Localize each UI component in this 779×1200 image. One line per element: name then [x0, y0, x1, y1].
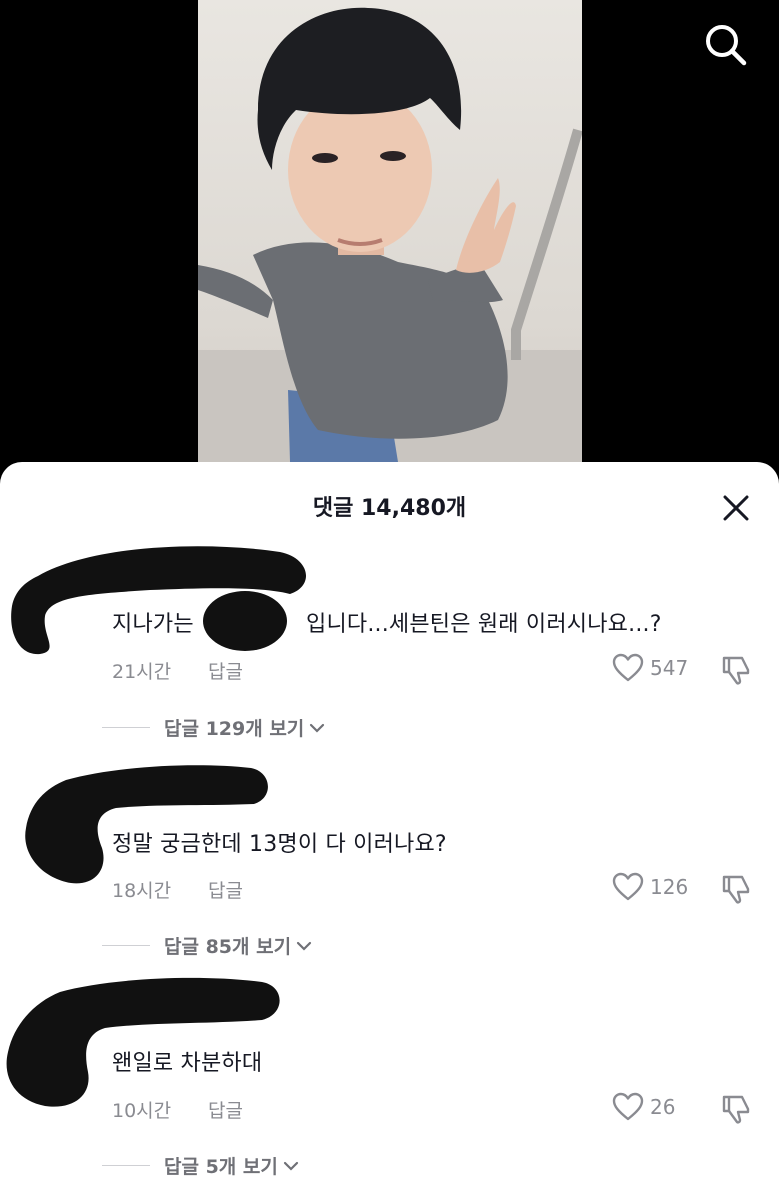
close-icon — [723, 495, 749, 521]
reply-button[interactable]: 답글 — [208, 876, 243, 903]
thumbs-down-icon — [722, 875, 750, 904]
dislike-button[interactable] — [720, 654, 752, 690]
search-icon — [706, 25, 747, 66]
chevron-down-icon — [310, 723, 325, 733]
divider-line — [102, 945, 150, 946]
like-button[interactable]: 126 — [612, 872, 688, 902]
dislike-button[interactable] — [720, 873, 752, 909]
view-replies-button[interactable]: 답글 5개 보기 — [102, 1152, 300, 1179]
heart-outline-icon — [612, 653, 644, 682]
thumbs-down-icon — [722, 656, 750, 685]
view-replies-label: 답글 5개 보기 — [164, 1156, 278, 1178]
view-replies-button[interactable]: 답글 85개 보기 — [102, 932, 313, 959]
chevron-down-icon — [283, 1161, 298, 1171]
view-replies-button[interactable]: 답글 129개 보기 — [102, 714, 326, 741]
redaction-scribble — [25, 765, 268, 884]
comment-text: 정말 궁금한데 13명이 다 이러나요? — [112, 832, 447, 857]
view-replies-label: 답글 129개 보기 — [164, 718, 305, 740]
like-count: 26 — [650, 1095, 676, 1119]
search-button[interactable] — [700, 20, 750, 70]
heart-outline-icon — [612, 1092, 644, 1121]
comments-count-title: 댓글 14,480개 — [312, 496, 467, 521]
comment-text-part-2: 입니다...세븐틴은 원래 이러시나요...? — [306, 612, 662, 637]
like-count: 547 — [650, 656, 689, 680]
comment-text: 왠일로 차분하대 — [112, 1051, 263, 1076]
thumbs-down-icon — [722, 1095, 750, 1124]
view-replies-label: 답글 85개 보기 — [164, 936, 292, 958]
heart-outline-icon — [612, 872, 644, 901]
reply-button[interactable]: 답글 — [208, 1096, 243, 1123]
comment-timestamp: 21시간 — [112, 661, 172, 683]
like-button[interactable]: 547 — [612, 653, 688, 683]
comment-timestamp: 10시간 — [112, 1100, 172, 1122]
video-player[interactable] — [0, 0, 779, 470]
comment-timestamp: 18시간 — [112, 880, 172, 902]
close-button[interactable] — [716, 488, 756, 528]
comment-text-part-1: 지나가는 — [112, 612, 194, 637]
like-count: 126 — [650, 875, 689, 899]
video-frame[interactable] — [198, 0, 582, 462]
divider-line — [102, 1165, 150, 1166]
reply-button[interactable]: 답글 — [208, 657, 243, 684]
dislike-button[interactable] — [720, 1093, 752, 1129]
redaction-scribble — [11, 546, 307, 655]
redaction-scribble — [6, 977, 280, 1107]
divider-line — [102, 727, 150, 728]
video-thumbnail-illustration — [198, 7, 582, 462]
chevron-down-icon — [296, 941, 312, 951]
like-button[interactable]: 26 — [612, 1092, 675, 1122]
